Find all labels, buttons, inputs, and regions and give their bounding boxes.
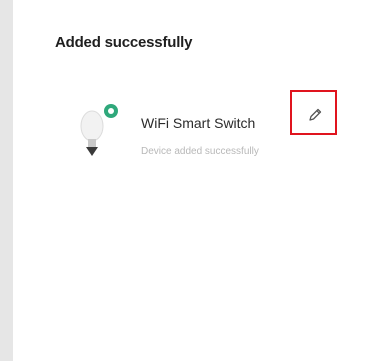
device-list-item[interactable]: WiFi Smart Switch Device added successfu… bbox=[70, 90, 370, 168]
online-status-icon bbox=[104, 104, 118, 118]
add-device-result-panel: Added successfully WiFi Smart Switch Dev… bbox=[0, 0, 388, 361]
device-name: WiFi Smart Switch bbox=[141, 115, 256, 131]
device-status-text: Device added successfully bbox=[141, 146, 259, 157]
pencil-icon bbox=[309, 108, 322, 121]
page-title: Added successfully bbox=[55, 34, 193, 51]
panel-left-border bbox=[0, 0, 13, 361]
edit-device-name-button[interactable] bbox=[290, 90, 337, 135]
